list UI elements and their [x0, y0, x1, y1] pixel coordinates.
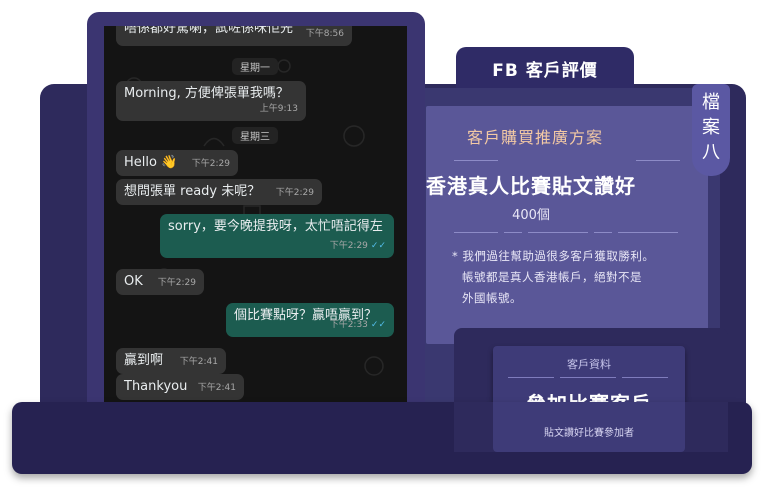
- message-text: Hello 👋: [124, 155, 178, 170]
- message-text: sorry，要今晚提我呀，太忙唔記得左: [168, 219, 383, 234]
- tab-title: FB 客戶評價: [492, 61, 598, 81]
- tag-char: 八: [702, 142, 720, 163]
- promo-card-note: * 我們過往幫助過很多客戶獲取勝利。 帳號都是真人香港帳戶，絕對不是 外國帳號。: [452, 246, 702, 309]
- chat-message-outgoing: sorry，要今晚提我呀，太忙唔記得左 下午2:29 ✓✓: [160, 214, 394, 258]
- tag-char: 案: [702, 117, 720, 138]
- divider: [560, 377, 616, 378]
- message-time: 下午2:29: [157, 278, 196, 288]
- tag-char: 檔: [702, 92, 720, 113]
- message-time: 下午2:41: [179, 357, 218, 367]
- file-number-tag: 檔 案 八: [692, 84, 730, 176]
- message-time: 下午2:33 ✓✓: [329, 320, 386, 330]
- message-text: OK: [124, 274, 143, 289]
- client-card-label: 客戶資料: [567, 358, 611, 371]
- message-time: 上午9:13: [259, 104, 298, 114]
- promo-card-quantity: 400個: [512, 208, 550, 223]
- read-ticks-icon: ✓✓: [370, 320, 386, 330]
- message-text: 唔係都好驚喇，試咗係咪佢先: [124, 26, 294, 36]
- message-time: 下午2:29 ✓✓: [329, 241, 386, 251]
- client-card-subtitle: 貼文讚好比賽參加者: [544, 428, 634, 439]
- chat-message-incoming: 贏到啊 下午2:41: [116, 348, 226, 374]
- note-line: 帳號都是真人香港帳戶，絕對不是: [462, 270, 642, 284]
- read-ticks-icon: ✓✓: [370, 241, 386, 251]
- chat-message-incoming: OK 下午2:29: [116, 269, 204, 295]
- divider: [454, 232, 498, 233]
- divider: [508, 377, 554, 378]
- note-line: 外國帳號。: [462, 291, 522, 305]
- message-text: Morning, 方便俾張單我嗎？: [124, 86, 289, 101]
- message-time: 下午2:41: [197, 383, 236, 393]
- message-text: 贏到啊: [124, 353, 164, 368]
- chat-message-incoming: Thankyou 下午2:41: [116, 374, 244, 400]
- chat-message-incoming: Morning, 方便俾張單我嗎？ 上午9:13: [116, 81, 306, 121]
- note-line: * 我們過往幫助過很多客戶獲取勝利。: [452, 249, 655, 263]
- chat-message-outgoing: 個比賽點呀？贏唔贏到？ 下午2:33 ✓✓: [226, 303, 394, 337]
- message-time: 下午2:29: [275, 188, 314, 198]
- message-text: 想問張單 ready 未呢？: [124, 184, 261, 199]
- divider: [636, 160, 680, 161]
- chat-message-incoming: Hello 👋 下午2:29: [116, 150, 238, 176]
- promo-card-headline: 香港真人比賽貼文讚好: [426, 174, 636, 198]
- date-divider: 星期一: [232, 58, 278, 75]
- divider: [594, 232, 612, 233]
- divider: [528, 232, 588, 233]
- chat-message-incoming: 唔係都好驚喇，試咗係咪佢先 下午8:56: [116, 26, 352, 46]
- divider: [454, 160, 498, 161]
- divider: [618, 232, 678, 233]
- chat-message-incoming: 想問張單 ready 未呢？ 下午2:29: [116, 179, 322, 205]
- message-text: Thankyou: [124, 379, 188, 394]
- divider: [504, 232, 522, 233]
- date-divider: 星期三: [232, 127, 278, 144]
- message-time: 下午8:56: [305, 29, 344, 39]
- divider: [622, 377, 668, 378]
- message-time: 下午2:29: [191, 159, 230, 169]
- chat-screen: 唔係都好驚喇，試咗係咪佢先 下午8:56 星期一 Morning, 方便俾張單我…: [104, 26, 407, 402]
- promo-card-title: 客戶購買推廣方案: [466, 128, 603, 147]
